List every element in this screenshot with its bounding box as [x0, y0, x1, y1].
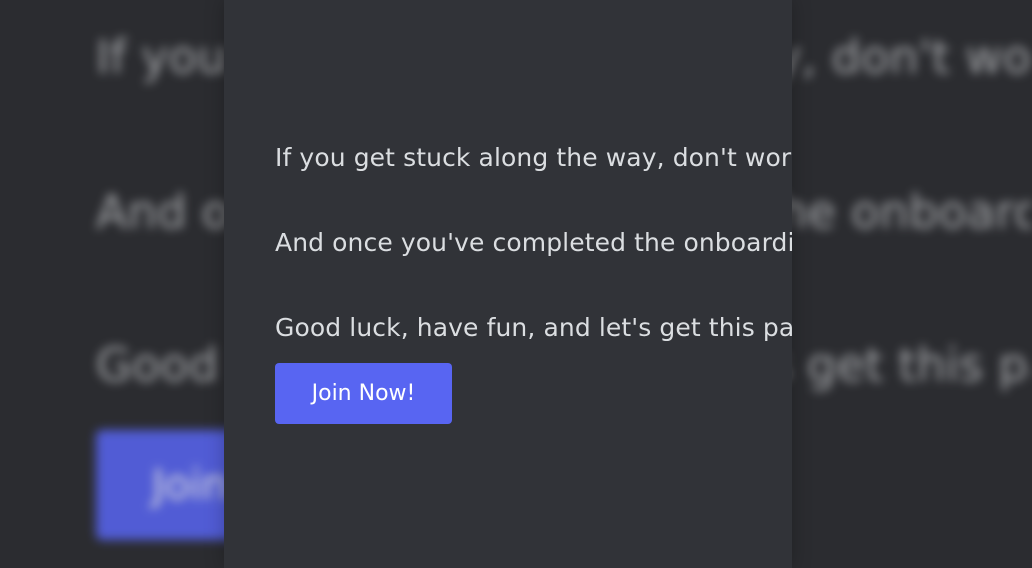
message-paragraph: If you get stuck along the way, don't wo… [275, 143, 792, 172]
message-paragraph: And once you've completed the onboarding [275, 228, 792, 257]
screen: If you get stuck along the way, don't wo… [0, 0, 1032, 568]
message-panel: If you get stuck along the way, don't wo… [224, 0, 792, 568]
message-body: If you get stuck along the way, don't wo… [275, 138, 792, 348]
join-now-button[interactable]: Join Now! [275, 363, 452, 424]
message-paragraph: Good luck, have fun, and let's get this … [275, 313, 792, 342]
